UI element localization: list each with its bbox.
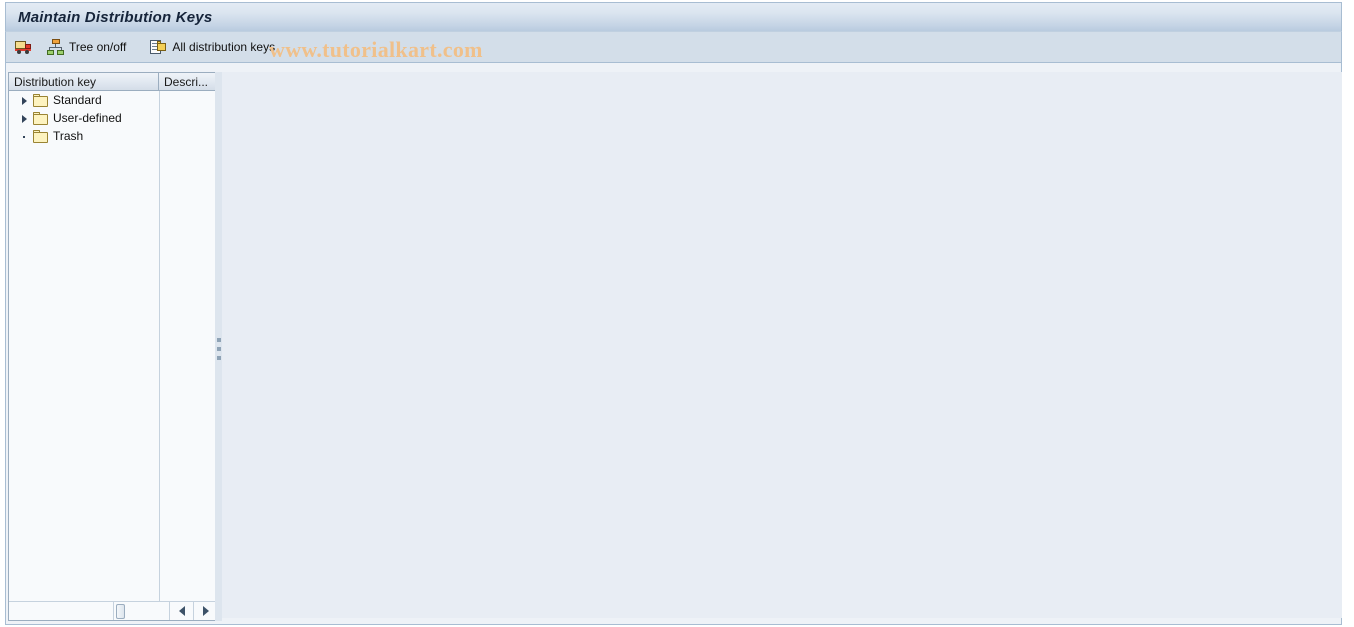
tree-node-label: Trash xyxy=(53,129,84,143)
tree-horizontal-scrollbar[interactable] xyxy=(9,601,217,620)
splitter-grip-icon[interactable] xyxy=(217,338,221,360)
detail-content-panel xyxy=(222,72,1342,618)
scroll-right-arrow-icon[interactable] xyxy=(193,602,217,620)
expand-arrow-icon[interactable] xyxy=(19,113,30,124)
delivery-truck-button[interactable] xyxy=(10,34,38,60)
panel-splitter[interactable] xyxy=(215,72,222,621)
all-distribution-keys-label: All distribution keys xyxy=(172,40,276,54)
hierarchy-icon xyxy=(47,39,65,55)
toolbar-separator xyxy=(131,47,141,48)
all-documents-icon xyxy=(150,39,168,55)
tree-node-user-defined[interactable]: User-defined xyxy=(9,109,217,127)
page-title: Maintain Distribution Keys xyxy=(18,8,213,26)
tree-on-off-label: Tree on/off xyxy=(69,40,127,54)
tree-node-trash[interactable]: Trash xyxy=(9,127,217,145)
tree-body: Standard User-defined Trash xyxy=(9,91,217,601)
column-header-distribution-key[interactable]: Distribution key xyxy=(9,73,159,90)
tree-node-label: Standard xyxy=(53,93,102,107)
application-window: Maintain Distribution Keys Tree on/off A… xyxy=(0,0,1354,627)
scroll-left-arrow-icon[interactable] xyxy=(169,602,193,620)
column-header-distribution-key-label: Distribution key xyxy=(14,74,97,89)
expand-arrow-icon[interactable] xyxy=(19,95,30,106)
leaf-node-icon xyxy=(19,131,30,142)
window-title-bar: Maintain Distribution Keys xyxy=(5,2,1342,31)
tree-node-standard[interactable]: Standard xyxy=(9,91,217,109)
scrollbar-thumb-zone[interactable] xyxy=(113,602,169,620)
tree-column-divider xyxy=(159,91,160,601)
truck-icon xyxy=(15,39,33,55)
all-distribution-keys-button[interactable]: All distribution keys xyxy=(145,34,280,60)
scrollbar-thumb[interactable] xyxy=(116,603,125,619)
scrollbar-track[interactable] xyxy=(9,602,113,620)
distribution-key-tree-panel: Distribution key Descri... Standard User… xyxy=(8,72,218,621)
application-toolbar: Tree on/off All distribution keys xyxy=(5,31,1342,63)
folder-icon xyxy=(33,93,49,107)
tree-column-header: Distribution key Descri... xyxy=(9,73,217,91)
folder-icon xyxy=(33,111,49,125)
column-header-description-label: Descri... xyxy=(164,74,209,89)
tree-node-label: User-defined xyxy=(53,111,122,125)
column-header-description[interactable]: Descri... xyxy=(159,73,217,90)
tree-on-off-button[interactable]: Tree on/off xyxy=(42,34,131,60)
folder-icon xyxy=(33,129,49,143)
